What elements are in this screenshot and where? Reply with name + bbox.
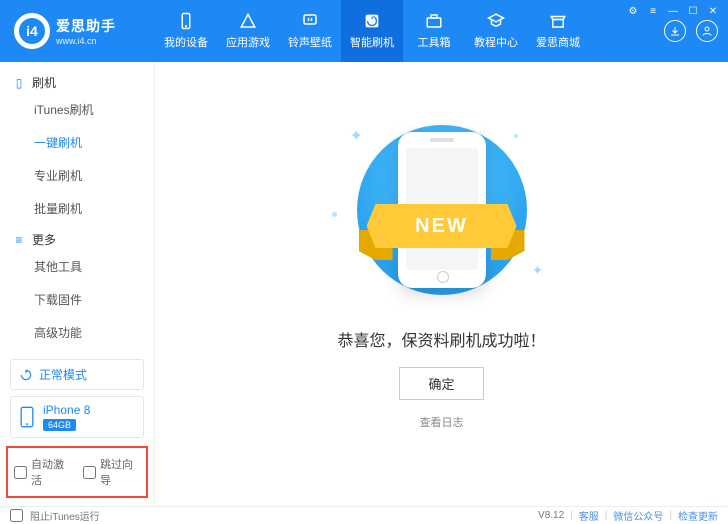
close-icon[interactable]: ✕ [706,4,720,18]
status-bar: 阻止iTunes运行 V8.12 | 客服 | 微信公众号 | 检查更新 [0,506,728,524]
dot-icon [514,134,518,138]
settings-icon[interactable]: ⚙ [626,4,640,18]
edu-icon [486,12,506,30]
sidebar-item-download-fw[interactable]: 下载固件 [0,283,154,316]
device-icon [176,12,196,30]
sparkle-icon: ✦ [350,126,363,146]
device-card[interactable]: iPhone 8 64GB [10,396,144,438]
app-url: www.i4.cn [56,36,116,46]
phone-icon: ▯ [12,76,26,90]
music-icon [300,12,320,30]
logo-icon: i4 [14,13,50,49]
list-icon: ≡ [12,233,26,247]
check-update-link[interactable]: 检查更新 [678,508,718,523]
toolbox-icon [424,12,444,30]
nav-my-device[interactable]: 我的设备 [155,0,217,62]
nav-flash[interactable]: 智能刷机 [341,0,403,62]
download-icon[interactable] [664,20,686,42]
shop-icon [548,12,568,30]
success-illustration: ✦ ✦ NEW [332,122,552,297]
nav-apps[interactable]: 应用游戏 [217,0,279,62]
sidebar-item-pro-flash[interactable]: 专业刷机 [0,159,154,192]
user-icon[interactable] [696,20,718,42]
refresh-icon [19,368,33,382]
app-logo: i4 爱思助手 www.i4.cn [0,0,155,62]
success-message: 恭喜您，保资料刷机成功啦！ [337,327,545,351]
nav-toolbox[interactable]: 工具箱 [403,0,465,62]
flash-options-box: 自动激活 跳过向导 [6,446,148,498]
nav-tutorials[interactable]: 教程中心 [465,0,527,62]
device-name: iPhone 8 [43,403,90,417]
wechat-link[interactable]: 微信公众号 [613,508,663,523]
device-storage-badge: 64GB [43,419,76,431]
top-nav: 我的设备 应用游戏 铃声壁纸 智能刷机 工具箱 教程中心 爱思商城 [155,0,664,62]
maximize-icon[interactable]: ☐ [686,4,700,18]
version-label: V8.12 [538,510,564,521]
sidebar: ▯ 刷机 iTunes刷机 一键刷机 专业刷机 批量刷机 ≡ 更多 其他工具 下… [0,62,155,506]
nav-shop[interactable]: 爱思商城 [527,0,589,62]
sidebar-item-advanced[interactable]: 高级功能 [0,316,154,349]
dot-icon [332,212,337,217]
new-ribbon: NEW [367,204,517,248]
ok-button[interactable]: 确定 [399,367,483,400]
flash-icon [362,12,382,30]
device-small-icon [19,406,35,428]
sidebar-item-onekey-flash[interactable]: 一键刷机 [0,126,154,159]
device-mode[interactable]: 正常模式 [10,359,144,390]
menu-icon[interactable]: ≡ [646,4,660,18]
app-name: 爱思助手 [56,16,116,36]
sidebar-item-other-tools[interactable]: 其他工具 [0,250,154,283]
minimize-icon[interactable]: — [666,4,680,18]
sidebar-group-more: ≡ 更多 [0,225,154,250]
sidebar-item-batch-flash[interactable]: 批量刷机 [0,192,154,225]
nav-ringtones[interactable]: 铃声壁纸 [279,0,341,62]
block-itunes-checkbox[interactable]: 阻止iTunes运行 [10,508,100,523]
skip-wizard-checkbox[interactable]: 跳过向导 [83,456,140,488]
window-controls: ⚙ ≡ — ☐ ✕ [626,4,720,18]
sparkle-icon: ✦ [532,262,544,279]
auto-activate-checkbox[interactable]: 自动激活 [14,456,71,488]
support-link[interactable]: 客服 [579,508,599,523]
apps-icon [238,12,258,30]
sidebar-group-flash: ▯ 刷机 [0,68,154,93]
main-content: ✦ ✦ NEW 恭喜您，保资料刷机成功啦！ 确定 查看日志 [155,62,728,506]
view-log-link[interactable]: 查看日志 [420,414,464,430]
sidebar-item-itunes-flash[interactable]: iTunes刷机 [0,93,154,126]
header: i4 爱思助手 www.i4.cn 我的设备 应用游戏 铃声壁纸 智能刷机 工具… [0,0,728,62]
